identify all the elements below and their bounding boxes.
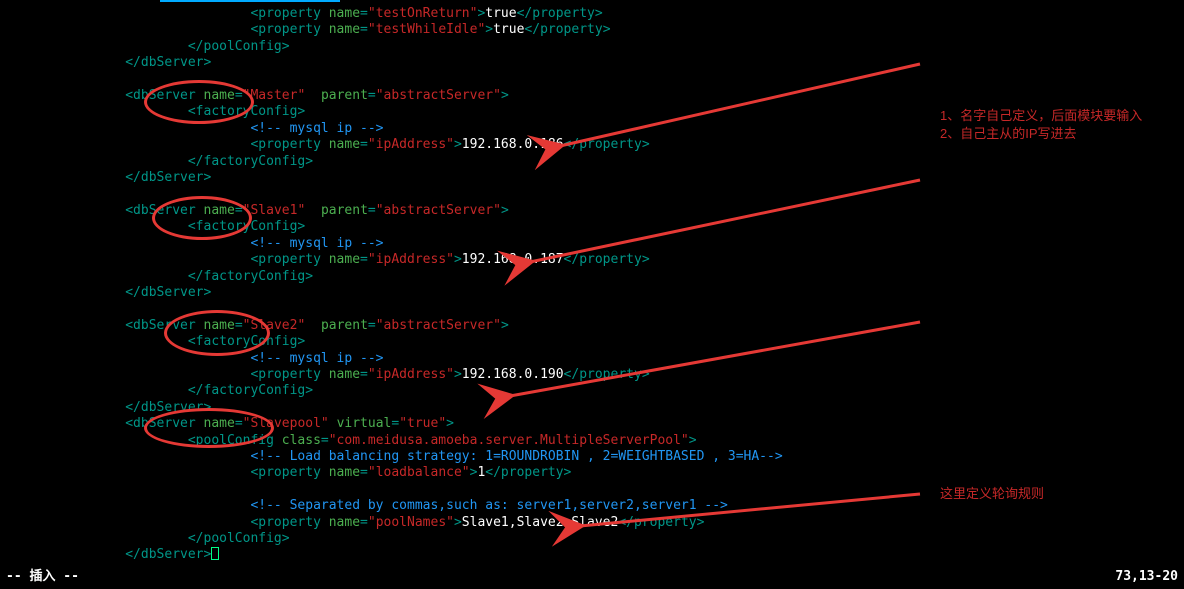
vim-position: 73,13-20: [1115, 569, 1178, 585]
code-line[interactable]: <property name="poolNames">Slave1,Slave2…: [0, 515, 1184, 531]
code-line[interactable]: <!-- mysql ip -->: [0, 351, 1184, 367]
code-line[interactable]: <property name="testOnReturn">true</prop…: [0, 6, 1184, 22]
code-line[interactable]: </poolConfig>: [0, 39, 1184, 55]
annotation-note-3: 这里定义轮询规则: [940, 486, 1044, 502]
code-line[interactable]: [0, 186, 1184, 202]
code-line[interactable]: <property name="loadbalance">1</property…: [0, 465, 1184, 481]
code-line[interactable]: <property name="ipAddress">192.168.0.190…: [0, 367, 1184, 383]
code-line[interactable]: <property name="ipAddress">192.168.0.187…: [0, 252, 1184, 268]
code-line[interactable]: <dbServer name="Slavepool" virtual="true…: [0, 416, 1184, 432]
code-line[interactable]: </dbServer>: [0, 170, 1184, 186]
code-line[interactable]: <property name="testWhileIdle">true</pro…: [0, 22, 1184, 38]
code-line[interactable]: [0, 301, 1184, 317]
code-line[interactable]: </dbServer>: [0, 55, 1184, 71]
cursor: [211, 547, 219, 560]
annotation-note-1: 1、名字自己定义，后面模块要输入: [940, 108, 1142, 124]
code-line[interactable]: </dbServer>: [0, 547, 1184, 563]
code-line[interactable]: </poolConfig>: [0, 531, 1184, 547]
code-line[interactable]: <dbServer name="Master" parent="abstract…: [0, 88, 1184, 104]
code-line[interactable]: </factoryConfig>: [0, 154, 1184, 170]
code-line[interactable]: <poolConfig class="com.meidusa.amoeba.se…: [0, 433, 1184, 449]
code-line[interactable]: </dbServer>: [0, 400, 1184, 416]
code-line[interactable]: <dbServer name="Slave1" parent="abstract…: [0, 203, 1184, 219]
code-line[interactable]: <!-- Load balancing strategy: 1=ROUNDROB…: [0, 449, 1184, 465]
code-line[interactable]: </factoryConfig>: [0, 269, 1184, 285]
vim-mode: -- 插入 --: [6, 569, 79, 585]
code-line[interactable]: <dbServer name="Slave2" parent="abstract…: [0, 318, 1184, 334]
tab-highlight: [160, 0, 340, 2]
annotation-note-2: 2、自己主从的IP写进去: [940, 126, 1077, 142]
code-line[interactable]: [0, 72, 1184, 88]
code-line[interactable]: <factoryConfig>: [0, 219, 1184, 235]
code-line[interactable]: </dbServer>: [0, 285, 1184, 301]
code-editor[interactable]: <property name="testOnReturn">true</prop…: [0, 6, 1184, 564]
code-line[interactable]: <!-- mysql ip -->: [0, 236, 1184, 252]
vim-status-bar: -- 插入 -- 73,13-20: [6, 569, 1178, 585]
code-line[interactable]: <factoryConfig>: [0, 334, 1184, 350]
code-line[interactable]: </factoryConfig>: [0, 383, 1184, 399]
